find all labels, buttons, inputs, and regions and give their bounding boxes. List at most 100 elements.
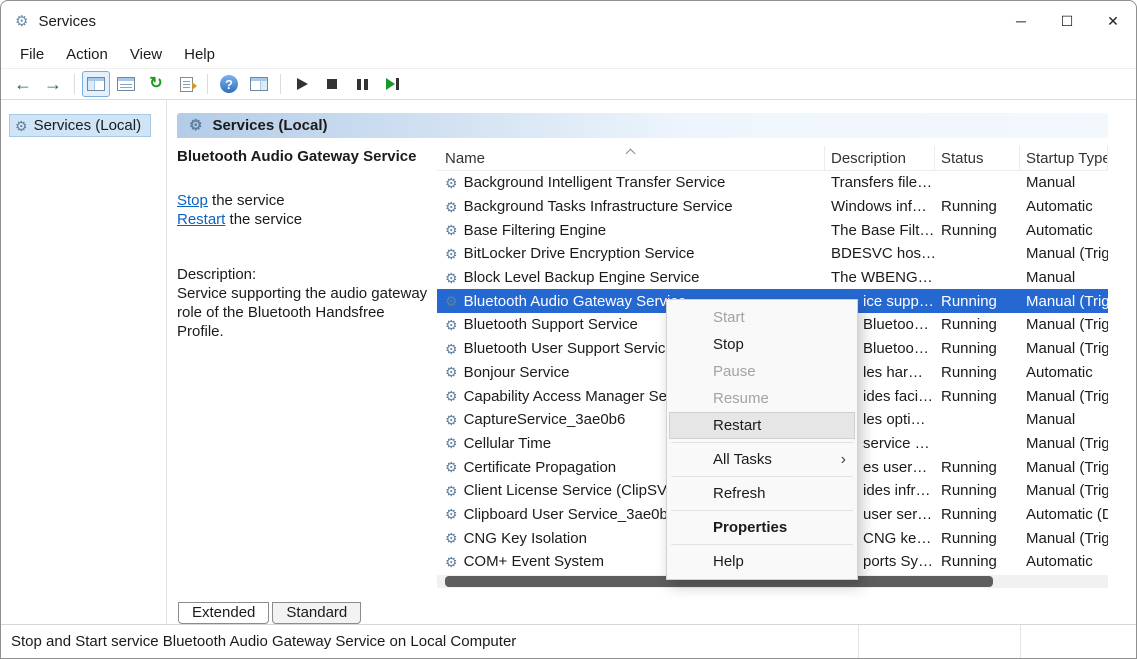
service-startup-type: Manual (Trig… (1020, 245, 1108, 262)
service-status: Running (935, 388, 1020, 405)
service-gear-icon: ⚙ (445, 294, 458, 308)
service-action-line: Stop the service (177, 191, 429, 210)
service-description: The WBENG… (825, 269, 935, 286)
help-button[interactable]: ? (215, 71, 243, 97)
context-menu-item-properties[interactable]: Properties (669, 514, 855, 541)
menu-action[interactable]: Action (55, 43, 119, 66)
description-text: Service supporting the audio gateway rol… (177, 284, 429, 341)
show-console-tree-button[interactable] (82, 71, 110, 97)
service-name: Clipboard User Service_3ae0b6 (464, 506, 677, 523)
start-service-button[interactable] (288, 71, 316, 97)
service-row[interactable]: ⚙Background Intelligent Transfer Service… (437, 171, 1108, 195)
menu-file[interactable]: File (9, 43, 55, 66)
service-name: CaptureService_3ae0b6 (464, 411, 626, 428)
service-status: Running (935, 316, 1020, 333)
services-window: ⚙ Services ─ ☐ ✕ FileActionViewHelp ←→↻?… (0, 0, 1137, 659)
titlebar[interactable]: ⚙ Services ─ ☐ ✕ (1, 1, 1136, 41)
restart-service-link[interactable]: Restart (177, 211, 225, 228)
service-name: Background Intelligent Transfer Service (464, 174, 726, 191)
menu-view[interactable]: View (119, 43, 173, 66)
stop-service-icon (327, 79, 337, 89)
service-startup-type: Manual (Trig… (1020, 482, 1108, 499)
context-menu-item-stop[interactable]: Stop (669, 331, 855, 358)
menu-item-label: Start (713, 304, 846, 331)
context-menu-item-refresh[interactable]: Refresh (669, 480, 855, 507)
context-menu-item-start: Start (669, 304, 855, 331)
status-cell (1020, 625, 1136, 658)
service-name: Block Level Backup Engine Service (464, 269, 700, 286)
restart-service-button[interactable] (378, 71, 406, 97)
service-name-cell: ⚙ BitLocker Drive Encryption Service (437, 245, 825, 262)
context-menu-item-help[interactable]: Help (669, 548, 855, 575)
statusbar: Stop and Start service Bluetooth Audio G… (1, 624, 1136, 658)
minimize-icon: ─ (1016, 13, 1026, 29)
service-row[interactable]: ⚙ Block Level Backup Engine Service The WB… (437, 266, 1108, 290)
tree-item-label: Services (Local) (34, 117, 142, 134)
service-name: BitLocker Drive Encryption Service (464, 245, 695, 262)
menu-separator (671, 544, 853, 545)
service-startup-type: Automatic (D… (1020, 506, 1108, 523)
service-startup-type: Manual (Trig… (1020, 435, 1108, 452)
tab-extended[interactable]: Extended (178, 602, 269, 624)
content-pane: ⚙ Services (Local) Bluetooth Audio Gatew… (167, 100, 1136, 624)
service-status: Running (935, 482, 1020, 499)
list-header: NameDescriptionStatusStartup Type (437, 146, 1108, 171)
main-area: ⚙ Services (Local) ⚙ Services (Local) Bl… (1, 100, 1136, 624)
service-gear-icon: ⚙ (445, 484, 458, 498)
context-menu-item-restart[interactable]: Restart (669, 412, 855, 439)
column-header-name[interactable]: Name (437, 146, 825, 170)
service-description: BDESVC hos… (825, 245, 935, 262)
description-label: Description: (177, 266, 429, 283)
service-status: Running (935, 222, 1020, 239)
tab-standard[interactable]: Standard (272, 602, 361, 624)
export-list-button[interactable] (172, 71, 200, 97)
service-gear-icon: ⚙ (445, 247, 458, 261)
service-row[interactable]: ⚙Background Tasks Infrastructure Service… (437, 195, 1108, 219)
properties-button[interactable] (112, 71, 140, 97)
service-status: Running (935, 293, 1020, 310)
context-menu-item-all-tasks[interactable]: All Tasks› (669, 446, 855, 473)
service-status: Running (935, 459, 1020, 476)
maximize-button[interactable]: ☐ (1044, 1, 1090, 41)
menu-separator (671, 510, 853, 511)
service-row[interactable]: ⚙ BitLocker Drive Encryption Service BDESV… (437, 242, 1108, 266)
stop-service-button[interactable] (318, 71, 346, 97)
service-startup-type: Manual (Trig… (1020, 388, 1108, 405)
service-status: Running (935, 553, 1020, 570)
back-icon: ← (14, 75, 32, 93)
toolbar-separator (74, 74, 75, 94)
service-status: Running (935, 340, 1020, 357)
column-header-startup-type[interactable]: Startup Type (1020, 146, 1108, 170)
service-gear-icon: ⚙ (445, 271, 458, 285)
action-pane-button[interactable] (245, 71, 273, 97)
menu-help[interactable]: Help (173, 43, 226, 66)
minimize-button[interactable]: ─ (998, 1, 1044, 41)
menu-item-label: Stop (713, 331, 846, 358)
close-button[interactable]: ✕ (1090, 1, 1136, 41)
view-tabs: ExtendedStandard (177, 602, 1108, 624)
service-description: Windows inf… (825, 198, 935, 215)
service-gear-icon: ⚙ (445, 460, 458, 474)
service-startup-type: Automatic (1020, 364, 1108, 381)
back-button[interactable]: ← (9, 71, 37, 97)
console-tree: ⚙ Services (Local) (1, 100, 167, 624)
column-header-status[interactable]: Status (935, 146, 1020, 170)
column-header-description[interactable]: Description (825, 146, 935, 170)
service-gear-icon: ⚙ (445, 365, 458, 379)
forward-button[interactable]: → (39, 71, 67, 97)
tree-item-services-local[interactable]: ⚙ Services (Local) (9, 114, 151, 137)
menu-item-label: All Tasks (713, 446, 841, 473)
service-gear-icon: ⚙ (445, 318, 458, 332)
service-gear-icon: ⚙ (445, 436, 458, 450)
pause-service-button[interactable] (348, 71, 376, 97)
detail-pane: Bluetooth Audio Gateway Service Stop the… (177, 146, 437, 593)
refresh-button[interactable]: ↻ (142, 71, 170, 97)
service-name: COM+ Event System (464, 553, 604, 570)
menubar: FileActionViewHelp (1, 41, 1136, 69)
service-startup-type: Automatic (1020, 553, 1108, 570)
service-row[interactable]: ⚙Base Filtering EngineThe Base Filt…Runn… (437, 218, 1108, 242)
service-startup-type: Manual (1020, 411, 1108, 428)
stop-service-link[interactable]: Stop (177, 192, 208, 209)
service-action-line: Restart the service (177, 210, 429, 229)
sort-ascending-icon (626, 149, 636, 159)
